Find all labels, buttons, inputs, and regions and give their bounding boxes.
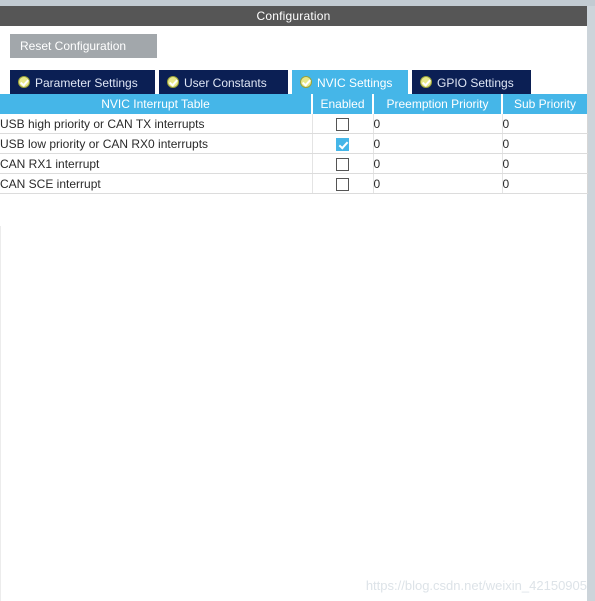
column-header-interrupt[interactable]: NVIC Interrupt Table (0, 94, 313, 114)
preemption-priority-cell[interactable]: 0 (373, 114, 503, 134)
preemption-priority-cell[interactable]: 0 (373, 173, 503, 194)
table-row[interactable]: USB low priority or CAN RX0 interrupts 0 0 (0, 133, 588, 154)
nvic-interrupt-table: NVIC Interrupt Table Enabled Preemption … (0, 94, 588, 194)
enabled-checkbox[interactable] (336, 177, 349, 191)
tab-user-constants[interactable]: User Constants (159, 70, 290, 94)
sub-priority-cell[interactable]: 0 (502, 114, 588, 134)
empty-content-area (0, 226, 587, 601)
tab-label: NVIC Settings (317, 75, 393, 90)
enabled-checkbox[interactable] (336, 137, 349, 151)
table-row[interactable]: CAN SCE interrupt 0 0 (0, 173, 588, 194)
check-circle-icon (420, 75, 432, 88)
tab-label: GPIO Settings (437, 75, 514, 90)
window-right-gutter (587, 6, 595, 601)
sub-priority-cell[interactable]: 0 (502, 133, 588, 154)
tab-nvic-settings[interactable]: NVIC Settings (292, 70, 410, 94)
interrupt-name-cell: CAN SCE interrupt (0, 173, 313, 194)
table-row[interactable]: CAN RX1 interrupt 0 0 (0, 153, 588, 174)
interrupt-name-cell: CAN RX1 interrupt (0, 153, 313, 174)
interrupt-name-cell: USB low priority or CAN RX0 interrupts (0, 133, 313, 154)
reset-configuration-button[interactable]: Reset Configuration (10, 34, 157, 58)
check-circle-icon (167, 75, 179, 88)
table-row[interactable]: USB high priority or CAN TX interrupts 0 0 (0, 114, 588, 134)
enabled-cell (312, 114, 374, 134)
enabled-cell (312, 173, 374, 194)
sub-priority-cell[interactable]: 0 (502, 153, 588, 174)
enabled-cell (312, 133, 374, 154)
nvic-table-body: USB high priority or CAN TX interrupts 0 0… (0, 114, 588, 194)
column-header-preemption-priority[interactable]: Preemption Priority (373, 94, 503, 114)
check-circle-icon (300, 75, 312, 88)
interrupt-name-cell: USB high priority or CAN TX interrupts (0, 114, 313, 134)
configuration-window: Configuration Reset Configuration Parame… (0, 0, 595, 601)
check-circle-icon (18, 75, 30, 88)
tab-label: User Constants (184, 75, 267, 90)
preemption-priority-cell[interactable]: 0 (373, 133, 503, 154)
column-header-sub-priority[interactable]: Sub Priority (502, 94, 587, 114)
column-header-enabled[interactable]: Enabled (312, 94, 374, 114)
watermark: https://blog.csdn.net/weixin_42150905 (365, 578, 587, 593)
tab-label: Parameter Settings (35, 75, 138, 90)
sub-priority-cell[interactable]: 0 (502, 173, 588, 194)
enabled-cell (312, 153, 374, 174)
configuration-panel: Reset Configuration Parameter Settings Us… (0, 26, 588, 601)
page-title: Configuration (256, 9, 331, 23)
table-header-row: NVIC Interrupt Table Enabled Preemption … (0, 94, 587, 114)
preemption-priority-cell[interactable]: 0 (373, 153, 503, 174)
enabled-checkbox[interactable] (336, 157, 349, 171)
tab-parameter-settings[interactable]: Parameter Settings (10, 70, 157, 94)
enabled-checkbox[interactable] (336, 117, 349, 131)
window-title-bar: Configuration (0, 6, 587, 26)
tab-gpio-settings[interactable]: GPIO Settings (412, 70, 533, 94)
settings-tab-strip: Parameter Settings User Constants NVIC Set… (0, 70, 587, 94)
